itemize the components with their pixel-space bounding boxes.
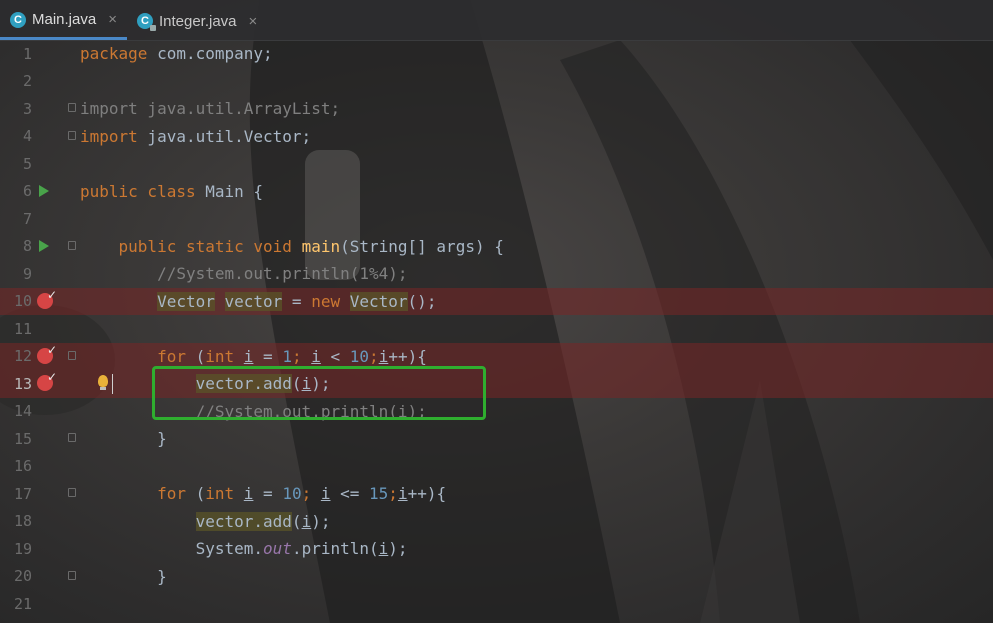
line-number: 10 [13, 292, 32, 311]
code-line-5[interactable]: 5 [0, 150, 993, 178]
code-line-7[interactable]: 7 [0, 205, 993, 233]
gutter[interactable] [32, 315, 80, 343]
editor-tab-bar: C Main.java × C Integer.java × [0, 0, 993, 41]
fold-icon[interactable] [68, 350, 76, 360]
gutter[interactable] [32, 178, 80, 206]
tab-main-java[interactable]: C Main.java × [0, 2, 127, 40]
gutter[interactable] [32, 150, 80, 178]
code-line-13[interactable]: 13 vector.add(i); [0, 370, 993, 398]
code-line-11[interactable]: 11 [0, 315, 993, 343]
highlight-annotation-box [152, 366, 486, 420]
line-number: 3 [22, 99, 32, 118]
gutter[interactable] [32, 343, 80, 371]
code-line-16[interactable]: 16 [0, 453, 993, 481]
line-number: 20 [13, 567, 32, 586]
code-line-10[interactable]: 10 Vector vector = new Vector(); [0, 287, 993, 316]
line-number: 13 [13, 374, 32, 393]
breakpoint-icon[interactable] [37, 343, 57, 364]
fold-icon[interactable] [68, 488, 76, 497]
line-number: 9 [22, 264, 32, 283]
lightbulb-icon[interactable] [98, 375, 108, 390]
gutter[interactable] [32, 370, 113, 398]
code-line-1[interactable]: 1 package com.company; [0, 40, 993, 68]
line-number: 5 [22, 154, 32, 173]
code-line-8[interactable]: 8 public static void main(String[] args)… [0, 233, 993, 261]
breakpoint-icon[interactable] [37, 288, 57, 309]
line-number: 7 [22, 209, 32, 228]
code-line-15[interactable]: 15 } [0, 425, 993, 453]
code-line-2[interactable]: 2 [0, 68, 993, 96]
close-icon[interactable]: × [108, 11, 117, 28]
line-number: 17 [13, 484, 32, 503]
gutter[interactable] [32, 40, 80, 68]
fold-icon[interactable] [68, 570, 76, 580]
code-line-21[interactable]: 21 [0, 590, 993, 618]
code-line-18[interactable]: 18 vector.add(i); [0, 508, 993, 536]
line-number: 15 [13, 429, 32, 448]
gutter[interactable] [32, 68, 80, 96]
gutter[interactable] [32, 95, 80, 123]
line-number: 1 [22, 44, 32, 63]
gutter[interactable] [32, 590, 80, 618]
gutter[interactable] [32, 535, 80, 563]
line-number: 11 [13, 319, 32, 338]
code-editor[interactable]: 1 package com.company; 2 3 import java.u… [0, 40, 993, 623]
gutter[interactable] [32, 260, 80, 288]
fold-icon[interactable] [68, 433, 76, 442]
run-icon[interactable] [39, 184, 49, 197]
line-number: 14 [13, 402, 32, 421]
fold-icon[interactable] [68, 240, 76, 250]
code-line-6[interactable]: 6 public class Main { [0, 178, 993, 206]
line-number: 8 [22, 237, 32, 256]
text-caret [112, 374, 113, 394]
code-line-17[interactable]: 17 for (int i = 10; i <= 15;i++){ [0, 480, 993, 508]
java-class-icon: C [10, 11, 26, 28]
line-number: 19 [13, 539, 32, 558]
close-icon[interactable]: × [249, 13, 258, 30]
tab-integer-java[interactable]: C Integer.java × [127, 2, 267, 40]
code-line-20[interactable]: 20 } [0, 563, 993, 591]
gutter[interactable] [32, 508, 80, 536]
line-number: 4 [22, 127, 32, 146]
gutter[interactable] [32, 453, 80, 481]
gutter[interactable] [32, 425, 80, 453]
fold-icon[interactable] [68, 130, 76, 140]
fold-icon[interactable] [68, 103, 76, 112]
gutter[interactable] [32, 563, 80, 591]
breakpoint-icon[interactable] [37, 370, 57, 391]
gutter[interactable] [32, 288, 80, 316]
gutter[interactable] [32, 233, 80, 261]
gutter[interactable] [32, 480, 80, 508]
line-number: 12 [13, 347, 32, 366]
java-class-readonly-icon: C [136, 13, 156, 31]
code-line-9[interactable]: 9 //System.out.println(1%4); [0, 260, 993, 288]
code-line-14[interactable]: 14 //System.out.println(i); [0, 398, 993, 426]
gutter[interactable] [32, 398, 80, 426]
code-line-4[interactable]: 4 import java.util.Vector; [0, 123, 993, 151]
tab-label: Main.java [32, 11, 97, 28]
gutter[interactable] [32, 123, 80, 151]
code-line-12[interactable]: 12 for (int i = 1; i < 10;i++){ [0, 342, 993, 371]
line-number: 2 [22, 72, 32, 91]
ide-window: C Main.java × C Integer.java × 1 package… [0, 0, 993, 623]
run-icon[interactable] [39, 239, 49, 252]
code-line-3[interactable]: 3 import java.util.ArrayList; [0, 95, 993, 123]
gutter[interactable] [32, 205, 80, 233]
code-line-19[interactable]: 19 System.out.println(i); [0, 535, 993, 563]
line-number: 18 [13, 512, 32, 531]
tab-label: Integer.java [158, 12, 237, 30]
line-number: 6 [22, 182, 32, 201]
line-number: 16 [13, 457, 32, 476]
line-number: 21 [13, 594, 32, 613]
